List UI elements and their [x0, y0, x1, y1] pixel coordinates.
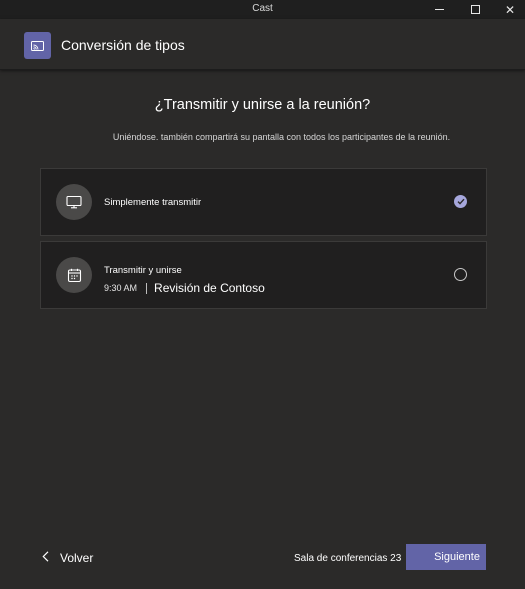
option-label: Simplemente transmitir — [104, 197, 202, 208]
chevron-left-icon — [42, 549, 49, 567]
meeting-time: 9:30 AM — [104, 283, 138, 293]
window-titlebar: Cast ✕ — [0, 0, 525, 19]
minimize-button[interactable] — [424, 0, 454, 19]
app-header: Conversión de tipos — [0, 19, 525, 70]
calendar-icon — [56, 257, 92, 293]
back-label: Volver — [60, 551, 94, 565]
close-button[interactable]: ✕ — [495, 0, 525, 19]
close-icon: ✕ — [504, 2, 516, 17]
cast-icon — [24, 32, 51, 59]
option-just-cast[interactable]: Simplemente transmitir — [40, 168, 487, 236]
minimize-icon — [434, 9, 444, 10]
header-title: Conversión de tipos — [61, 37, 185, 53]
radio-unchecked-icon[interactable] — [454, 268, 467, 281]
back-button[interactable]: Volver — [42, 549, 93, 567]
next-button[interactable]: Siguiente — [406, 544, 486, 570]
meeting-title: Revisión de Contoso — [154, 281, 265, 295]
maximize-icon — [470, 5, 480, 14]
meeting-info: 9:30 AM Revisión de Contoso — [104, 281, 265, 295]
option-label: Transmitir y unirse — [104, 265, 182, 276]
room-label: Sala de conferencias 23 — [294, 553, 402, 564]
page-subtitle: Uniéndose. también compartirá su pantall… — [112, 132, 451, 142]
page-title: ¿Transmitir y unirse a la reunión? — [154, 97, 371, 113]
monitor-icon — [56, 184, 92, 220]
option-cast-and-join[interactable]: Transmitir y unirse 9:30 AM Revisión de … — [40, 241, 487, 309]
radio-checked-icon[interactable] — [454, 195, 467, 208]
maximize-button[interactable] — [460, 0, 490, 19]
divider — [146, 282, 148, 294]
